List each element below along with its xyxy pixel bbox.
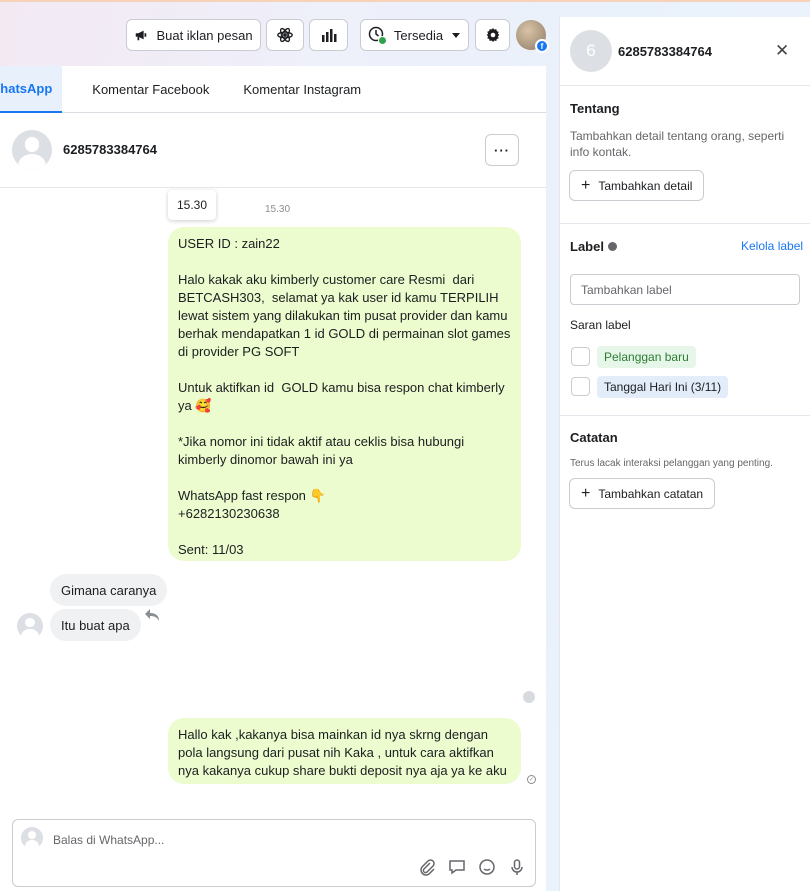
add-detail-label: Tambahkan detail	[598, 178, 693, 193]
conversation-panel: WhatsApp Komentar Facebook Komentar Inst…	[0, 66, 546, 891]
plus-icon: +	[581, 484, 591, 502]
label-title-text: Label	[570, 239, 604, 254]
label-suggestions-title: Saran label	[570, 318, 631, 332]
suggestion-checkbox[interactable]	[571, 377, 590, 396]
divider	[560, 223, 810, 224]
manage-labels-link[interactable]: Kelola label	[741, 239, 803, 253]
close-icon[interactable]: ✕	[775, 41, 789, 61]
settings-button[interactable]	[475, 19, 510, 51]
tab-whatsapp[interactable]: WhatsApp	[0, 66, 63, 113]
microphone-icon[interactable]	[508, 858, 526, 876]
contact-name: 6285783384764	[618, 44, 712, 59]
create-message-ad-button[interactable]: Buat iklan pesan	[126, 19, 261, 51]
reply-input[interactable]	[53, 830, 453, 850]
message-bubble-outgoing: Hallo kak ,kakanya bisa mainkan id nya s…	[168, 718, 521, 784]
notes-description: Terus lacak interaksi pelanggan yang pen…	[570, 458, 773, 469]
insights-button[interactable]	[309, 19, 348, 51]
tab-instagram-comments[interactable]: Komentar Instagram	[243, 66, 361, 113]
chat-contact-name: 6285783384764	[63, 142, 157, 157]
message-timestamp: 15.30	[265, 204, 291, 215]
bar-chart-icon	[321, 29, 336, 42]
message-bubble-incoming: Itu buat apa	[50, 609, 141, 641]
contact-avatar	[12, 130, 52, 170]
contact-details-panel: 6 6285783384764 ✕ Tentang Tambahkan deta…	[559, 17, 810, 891]
channel-tabs: WhatsApp Komentar Facebook Komentar Inst…	[0, 66, 546, 113]
message-bubble-outgoing: USER ID : zain22 Halo kakak aku kimberly…	[168, 227, 521, 561]
create-message-ad-label: Buat iklan pesan	[156, 27, 253, 43]
message-bubble-incoming: Gimana caranya	[50, 574, 168, 606]
notes-section-title: Catatan	[570, 430, 618, 445]
atom-icon	[277, 27, 293, 43]
facebook-icon: f	[535, 39, 549, 53]
composer-avatar	[21, 827, 43, 849]
read-receipt-avatar-icon	[523, 691, 535, 703]
add-note-label: Tambahkan catatan	[598, 486, 704, 501]
add-detail-button[interactable]: + Tambahkan detail	[569, 170, 705, 201]
timestamp-tooltip: 15.30	[168, 190, 216, 220]
emoji-icon[interactable]	[478, 858, 496, 876]
add-note-button[interactable]: + Tambahkan catatan	[569, 478, 716, 509]
tab-facebook-comments[interactable]: Komentar Facebook	[92, 66, 209, 113]
gear-icon	[486, 28, 499, 42]
quick-reply-icon[interactable]	[448, 858, 466, 876]
suggestion-checkbox[interactable]	[571, 347, 590, 366]
integrations-button[interactable]	[266, 19, 304, 51]
top-accent-line	[0, 0, 810, 2]
divider	[560, 85, 810, 86]
label-section-title: Label	[570, 239, 617, 254]
divider	[560, 415, 810, 416]
about-section-title: Tentang	[570, 101, 620, 116]
info-icon	[607, 242, 617, 251]
megaphone-icon	[136, 30, 147, 41]
page-profile-avatar[interactable]: f	[516, 20, 549, 53]
more-options-button[interactable]: ···	[485, 134, 519, 166]
label-chip: Pelanggan baru	[597, 346, 696, 368]
reply-icon[interactable]	[144, 608, 160, 622]
caret-down-icon	[452, 33, 461, 38]
contact-number-avatar: 6	[570, 30, 612, 72]
chat-header: 6285783384764 ···	[0, 114, 546, 188]
label-chip: Tanggal Hari Ini (3/11)	[597, 376, 729, 398]
plus-icon: +	[581, 176, 591, 194]
add-label-input[interactable]	[570, 274, 800, 305]
availability-status-label: Tersedia	[393, 27, 444, 43]
availability-status-icon	[368, 26, 387, 45]
availability-dropdown[interactable]: Tersedia	[360, 19, 469, 51]
about-description: Tambahkan detail tentang orang, seperti …	[570, 129, 785, 159]
delivered-check-icon: ✓	[527, 775, 536, 784]
reply-composer[interactable]	[12, 819, 536, 887]
sender-avatar	[17, 613, 43, 639]
message-thread: 15.30 15.30 USER ID : zain22 Halo kakak …	[0, 188, 546, 808]
attachment-icon[interactable]	[418, 858, 436, 876]
